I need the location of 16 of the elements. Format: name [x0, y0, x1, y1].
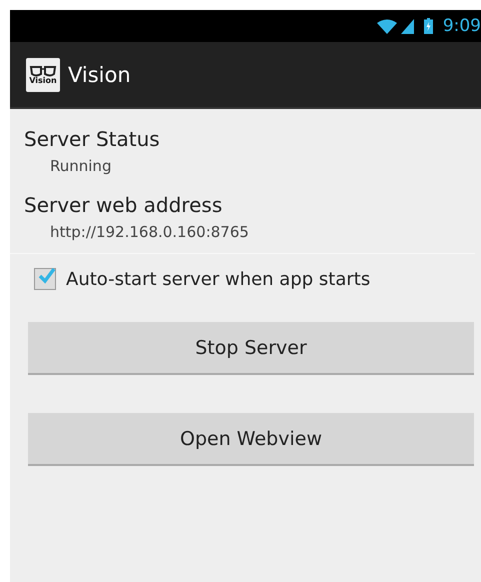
- checkbox[interactable]: [34, 268, 56, 290]
- wifi-icon: [376, 18, 397, 34]
- glasses-icon: [29, 64, 57, 76]
- action-button[interactable]: Stop Server: [28, 322, 474, 375]
- signal-icon: [400, 18, 414, 34]
- battery-icon: [424, 18, 433, 34]
- section-title: Server Status: [24, 127, 161, 151]
- app-title: Vision: [68, 62, 131, 86]
- checkbox-label: Auto-start server when app starts: [66, 268, 370, 290]
- section-value: Running: [49, 157, 112, 175]
- clock-time: 9:09: [442, 16, 481, 36]
- section-value: http://192.168.0.160:8765: [49, 223, 250, 241]
- action-button[interactable]: Open Webview: [28, 413, 474, 466]
- section-title: Server web address: [24, 193, 224, 217]
- checkmark-icon: [38, 268, 56, 284]
- app-icon-label: Vision: [29, 76, 57, 84]
